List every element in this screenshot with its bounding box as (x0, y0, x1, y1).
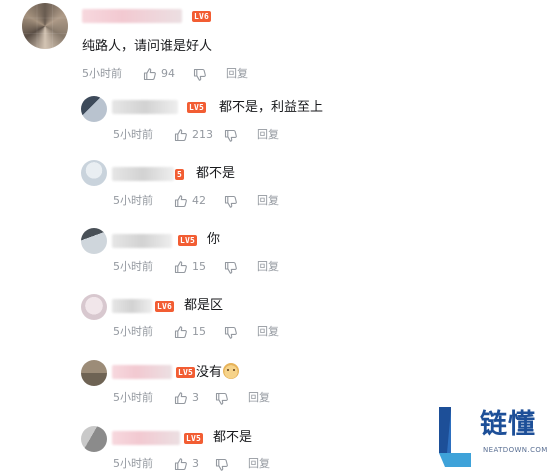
thumbs-up-icon[interactable] (143, 67, 157, 81)
avatar[interactable] (81, 294, 107, 320)
like-count: 94 (161, 67, 175, 80)
reply-text: 都不是，利益至上 (219, 100, 324, 115)
username-blurred[interactable] (112, 365, 172, 379)
username-blurred[interactable] (112, 100, 178, 114)
avatar[interactable] (81, 160, 107, 186)
username-blurred[interactable] (112, 167, 174, 181)
username-blurred[interactable] (112, 299, 152, 313)
reply-text-content: 没有 (196, 365, 223, 380)
reply-button[interactable]: 回复 (226, 67, 248, 81)
level-badge: LV5 (184, 433, 204, 444)
thumbs-down-icon[interactable] (224, 129, 238, 143)
reply-text: 你 (207, 232, 221, 247)
brand-name: 链懂 (480, 409, 536, 440)
level-badge: LV5 (187, 102, 207, 113)
reply-button[interactable]: 回复 (257, 260, 279, 274)
reply-time: 5小时前 (113, 194, 153, 207)
thumbs-up-icon[interactable] (174, 391, 188, 405)
thumbs-down-icon[interactable] (193, 68, 207, 82)
reply-time: 5小时前 (113, 128, 153, 141)
thumbs-down-icon[interactable] (215, 392, 229, 406)
thumbs-down-icon[interactable] (215, 458, 229, 472)
thumbs-up-icon[interactable] (174, 260, 188, 274)
avatar[interactable] (81, 360, 107, 386)
thumbs-up-icon[interactable] (174, 457, 188, 471)
like-count: 3 (192, 457, 199, 470)
level-badge: LV5 (176, 367, 196, 378)
username-blurred[interactable] (82, 9, 182, 23)
avatar[interactable] (81, 426, 107, 452)
thumbs-down-icon[interactable] (224, 195, 238, 209)
username-blurred[interactable] (112, 234, 172, 248)
reply-text: 都不是 (213, 430, 253, 445)
watermark-logo: 链懂 NEATDOWN.COM (437, 405, 550, 474)
reply-time: 5小时前 (113, 391, 153, 404)
reply-time: 5小时前 (113, 325, 153, 338)
thumbs-up-icon[interactable] (174, 128, 188, 142)
reply-time: 5小时前 (113, 457, 153, 470)
reply-button[interactable]: 回复 (257, 325, 279, 339)
like-count: 213 (192, 128, 213, 141)
like-count: 15 (192, 260, 206, 273)
like-count: 3 (192, 391, 199, 404)
avatar[interactable] (81, 96, 107, 122)
avatar[interactable] (81, 228, 107, 254)
doge-emoji-icon (223, 363, 240, 379)
reply-button[interactable]: 回复 (248, 391, 270, 405)
comment-text: 纯路人，请问谁是好人 (82, 39, 213, 54)
reply-text: 没有 (196, 363, 240, 382)
brand-domain: NEATDOWN.COM (483, 446, 548, 454)
like-count: 42 (192, 194, 206, 207)
reply-text: 都是区 (184, 298, 224, 313)
thumbs-up-icon[interactable] (174, 194, 188, 208)
comment-time: 5小时前 (82, 67, 122, 80)
reply-button[interactable]: 回复 (257, 194, 279, 208)
reply-time: 5小时前 (113, 260, 153, 273)
level-badge: 5 (175, 169, 185, 180)
reply-button[interactable]: 回复 (248, 457, 270, 471)
username-blurred[interactable] (112, 431, 180, 445)
reply-button[interactable]: 回复 (257, 128, 279, 142)
thumbs-down-icon[interactable] (224, 261, 238, 275)
level-badge: LV6 (155, 301, 175, 312)
thumbs-down-icon[interactable] (224, 326, 238, 340)
logo-l-icon (439, 407, 471, 467)
thumbs-up-icon[interactable] (174, 325, 188, 339)
level-badge: LV6 (192, 11, 212, 22)
reply-text: 都不是 (196, 166, 236, 181)
avatar[interactable] (22, 3, 68, 49)
level-badge: LV5 (178, 235, 198, 246)
like-count: 15 (192, 325, 206, 338)
